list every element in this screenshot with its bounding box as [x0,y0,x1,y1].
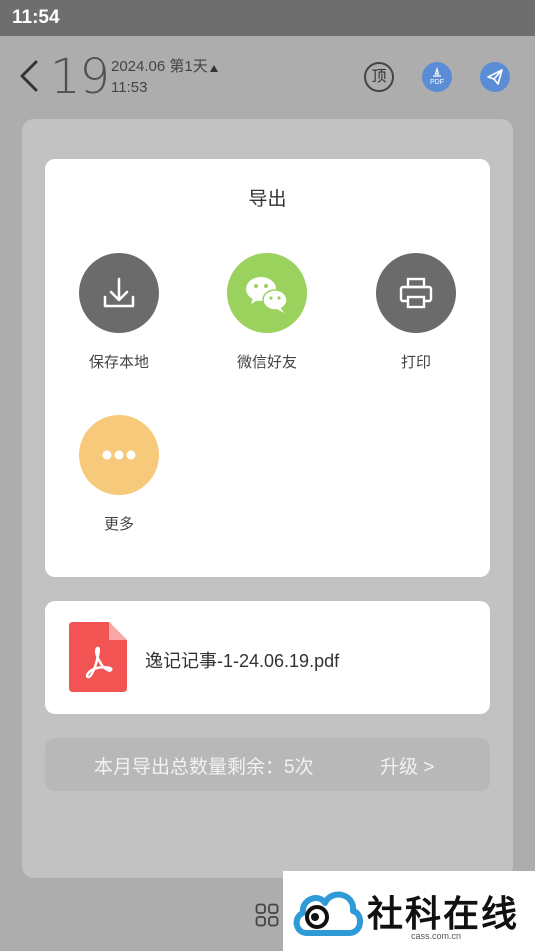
status-time: 11:54 [12,7,60,28]
pin-top-button[interactable]: 顶 [364,62,394,92]
exported-file-card[interactable]: 逸记记事-1-24.06.19.pdf [45,601,490,714]
file-name: 逸记记事-1-24.06.19.pdf [145,651,340,671]
print-option[interactable]: 打印 [356,253,476,372]
export-quota-bar: 本月导出总数量剩余：5次 升级 > [45,738,490,791]
more-circle [79,415,159,495]
date-selector[interactable]: 2024.06 第1天 [111,55,218,76]
entry-time: 11:53 [111,79,148,96]
pdf-file-icon [69,622,127,692]
export-dialog: 导出 保存本地 微信好友 打印 更多 [45,159,490,577]
cloud-logo-icon [293,891,363,936]
date-text: 2024.06 第1天 [111,58,208,75]
quota-text: 本月导出总数量剩余：5次 [94,757,314,778]
pdf-icon-label: PDF [430,79,444,86]
wechat-label: 微信好友 [236,354,297,371]
send-icon [487,69,503,85]
save-local-circle [79,253,159,333]
day-number: 19 [50,49,110,105]
wechat-option[interactable]: 微信好友 [207,253,327,372]
print-label: 打印 [400,354,431,371]
watermark-text: 社科在线 [367,894,520,935]
pdf-icon: PDF [430,66,444,86]
dropdown-triangle-icon [209,65,218,72]
more-icon [102,450,136,460]
pin-top-icon: 顶 [371,68,387,85]
more-option[interactable]: 更多 [59,415,179,534]
header: 19 2024.06 第1天 11:53 顶 PDF [0,36,535,120]
print-circle [376,253,456,333]
pdf-export-button[interactable]: PDF [422,62,452,92]
more-label: 更多 [103,516,134,533]
grid-icon[interactable] [255,903,279,927]
save-local-option[interactable]: 保存本地 [59,253,179,372]
export-title: 导出 [248,189,287,210]
save-local-label: 保存本地 [88,354,149,371]
watermark-url: cass.com.cn [411,931,462,941]
wechat-circle [227,253,307,333]
status-bar: 11:54 [0,0,535,36]
watermark: 社科在线 cass.com.cn [283,871,535,951]
wechat-icon [246,277,288,313]
upgrade-link[interactable]: 升级 > [380,752,434,779]
back-chevron-icon[interactable] [16,56,46,96]
printer-icon [399,277,433,309]
download-icon [103,277,135,308]
send-button[interactable] [480,62,510,92]
